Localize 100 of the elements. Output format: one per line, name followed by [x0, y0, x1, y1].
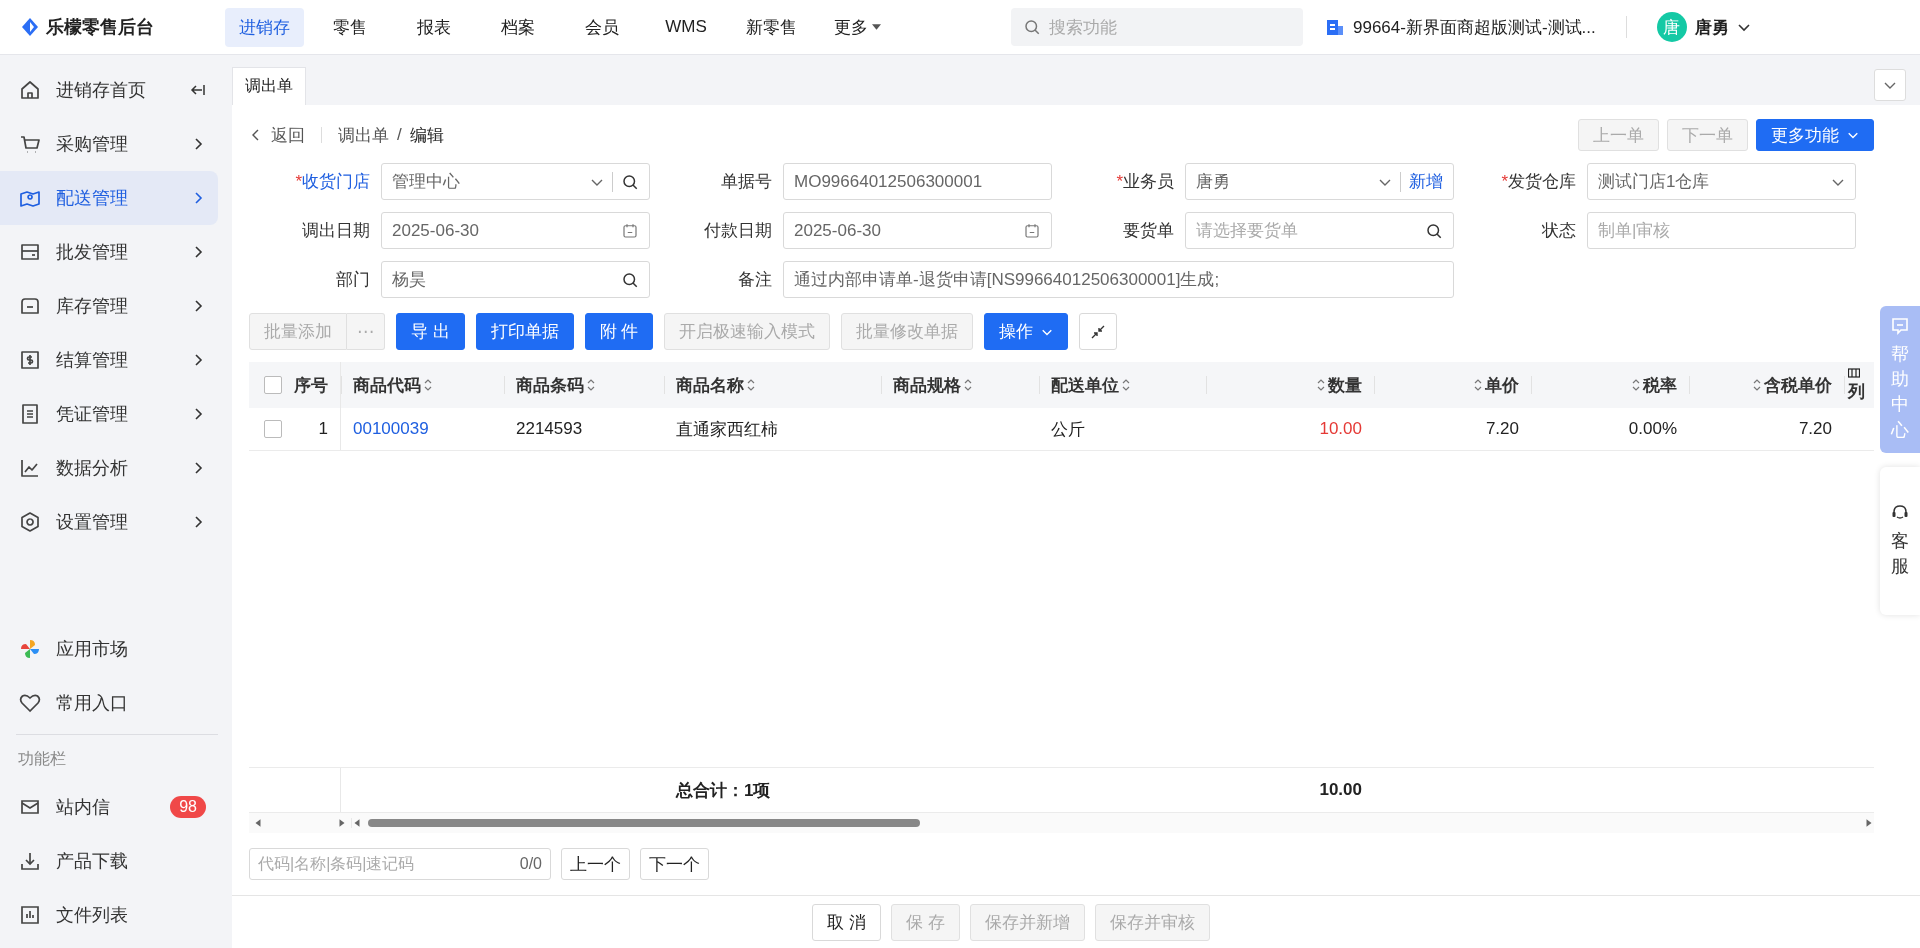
sidebar-item[interactable]: 配送管理 [0, 171, 218, 225]
calendar-icon[interactable] [1023, 221, 1041, 240]
form-field[interactable]: 通过内部申请单-退货申请[NS99664012506300001]生成; [783, 261, 1454, 298]
page-tab[interactable]: 调出单 [232, 67, 306, 105]
sidebar-item[interactable]: 采购管理 [0, 117, 218, 171]
match-count: 0/0 [519, 855, 542, 873]
sidebar-item[interactable]: 产品下载 [0, 834, 218, 888]
sidebar-item[interactable]: 批发管理 [0, 225, 218, 279]
unread-badge: 98 [170, 796, 206, 818]
sidebar-item[interactable]: 站内信 98 [0, 780, 218, 834]
table-cell: 7.20 [1485, 419, 1519, 439]
compress-button[interactable] [1079, 313, 1118, 350]
form-field[interactable]: 2025-06-30 [783, 212, 1052, 249]
column-header[interactable]: 商品规格 [881, 362, 1039, 408]
calendar-icon[interactable] [621, 221, 639, 240]
field-label: 业务员 [1123, 171, 1174, 193]
table-cell-text: 直通家西红柿 [676, 418, 778, 441]
breadcrumb-separator: / [397, 125, 402, 145]
nav-tab[interactable]: 更多 [819, 7, 895, 47]
footer-button[interactable]: 取 消 [812, 903, 881, 941]
field-label: 状态 [1542, 220, 1576, 242]
home-icon [18, 78, 42, 102]
sort-icon [1753, 378, 1761, 392]
search-icon[interactable] [621, 172, 639, 191]
form-field[interactable]: 管理中心 [381, 163, 650, 200]
field-value: 管理中心 [392, 171, 461, 193]
form-field[interactable]: 杨昊 [381, 261, 650, 298]
sidebar-item[interactable]: 设置管理 [0, 495, 218, 549]
search-icon [1023, 18, 1041, 36]
nav-tab[interactable]: 零售 [312, 7, 388, 47]
field-value: 2025-06-30 [794, 220, 882, 241]
column-header[interactable]: 税率 [1531, 362, 1689, 408]
caret-icon [871, 24, 881, 30]
sidebar-item[interactable]: 应用市场 [0, 622, 218, 676]
column-header[interactable]: 单价 [1374, 362, 1531, 408]
column-header[interactable]: 数量 [1206, 362, 1374, 408]
nav-tab[interactable]: 会员 [564, 7, 640, 47]
breadcrumb-item[interactable]: 调出单 [338, 123, 389, 147]
scroll-left-icon[interactable] [352, 818, 362, 828]
table-cell: 0.00% [1628, 419, 1677, 439]
column-header[interactable]: 商品条码 [504, 362, 664, 408]
hexagon-icon [18, 510, 42, 534]
scrollbar-thumb[interactable] [368, 819, 920, 827]
store-name[interactable]: 99664-新界面商超版测试-测试... [1353, 15, 1596, 39]
sort-icon [587, 378, 595, 392]
sidebar-item[interactable]: 结算管理 [0, 333, 218, 387]
field-value: 2025-06-30 [392, 220, 480, 241]
form-field[interactable]: 2025-06-30 [381, 212, 650, 249]
column-header[interactable]: 商品代码 [341, 362, 504, 408]
search-icon[interactable] [1425, 221, 1443, 240]
form-field[interactable]: MO99664012506300001 [783, 163, 1052, 200]
nav-tab[interactable]: 新零售 [732, 7, 811, 47]
table-cell[interactable]: 00100039 [353, 419, 429, 439]
sort-icon [1122, 378, 1130, 392]
toolbar-button[interactable]: 操作 [984, 313, 1069, 350]
nav-tab[interactable]: 进销存 [225, 7, 304, 47]
field-placeholder: 制单|审核 [1598, 220, 1672, 242]
app-title: 乐檬零售后台 [46, 16, 154, 39]
collapse-icon[interactable] [190, 82, 206, 98]
locate-field[interactable]: 代码|名称|条码|速记码 0/0 [249, 848, 551, 880]
page-button[interactable]: 更多功能 [1756, 119, 1874, 151]
nav-tab[interactable]: 档案 [480, 7, 556, 47]
field-label: 调出日期 [302, 220, 370, 242]
search-icon[interactable] [621, 270, 639, 289]
customer-service-button[interactable]: 客服 [1880, 466, 1920, 616]
row-checkbox[interactable] [264, 420, 282, 438]
sidebar-item[interactable]: 库存管理 [0, 279, 218, 333]
column-header[interactable]: 配送单位 [1039, 362, 1206, 408]
form-field[interactable]: 唐勇 新增 [1185, 163, 1454, 200]
building-icon [1325, 17, 1345, 37]
sort-icon [1632, 378, 1640, 392]
scroll-right-icon[interactable] [1864, 818, 1874, 828]
sidebar-item[interactable]: 进销存首页 [0, 63, 218, 117]
field-label: 单据号 [721, 171, 772, 193]
field-placeholder: 请选择要货单 [1196, 220, 1299, 242]
back-link[interactable]: 返回 [249, 123, 305, 147]
column-header[interactable]: 含税单价 [1689, 362, 1844, 408]
field-value: 测试门店1仓库 [1598, 171, 1711, 193]
nav-tab[interactable]: 报表 [396, 7, 472, 47]
toolbar-button[interactable]: 打印单据 [475, 313, 574, 350]
sidebar-item[interactable]: 文件列表 [0, 888, 218, 942]
column-header[interactable]: 商品名称 [664, 362, 881, 408]
column-header: 列 [1844, 362, 1870, 408]
select-all-checkbox[interactable] [264, 376, 282, 394]
toolbar-button[interactable]: 导 出 [396, 313, 465, 350]
user-name[interactable]: 唐勇 [1694, 15, 1729, 39]
form-field[interactable]: 测试门店1仓库 [1587, 163, 1856, 200]
sidebar-item[interactable]: 凭证管理 [0, 387, 218, 441]
scroll-left-icon[interactable] [253, 818, 263, 828]
sidebar-item[interactable]: 常用入口 [0, 676, 218, 730]
nav-tab[interactable]: WMS [648, 7, 724, 47]
section-title: 功能栏 [17, 749, 67, 769]
columns-icon[interactable] [1848, 367, 1860, 378]
add-link[interactable]: 新增 [1409, 170, 1443, 193]
toolbar-button[interactable]: 附 件 [584, 313, 654, 350]
locate-button[interactable]: 下一个 [640, 848, 709, 880]
locate-button[interactable]: 上一个 [561, 848, 630, 880]
scroll-right-icon[interactable] [337, 818, 347, 828]
table-cell: 1 [318, 419, 328, 439]
sidebar-item[interactable]: 数据分析 [0, 441, 218, 495]
